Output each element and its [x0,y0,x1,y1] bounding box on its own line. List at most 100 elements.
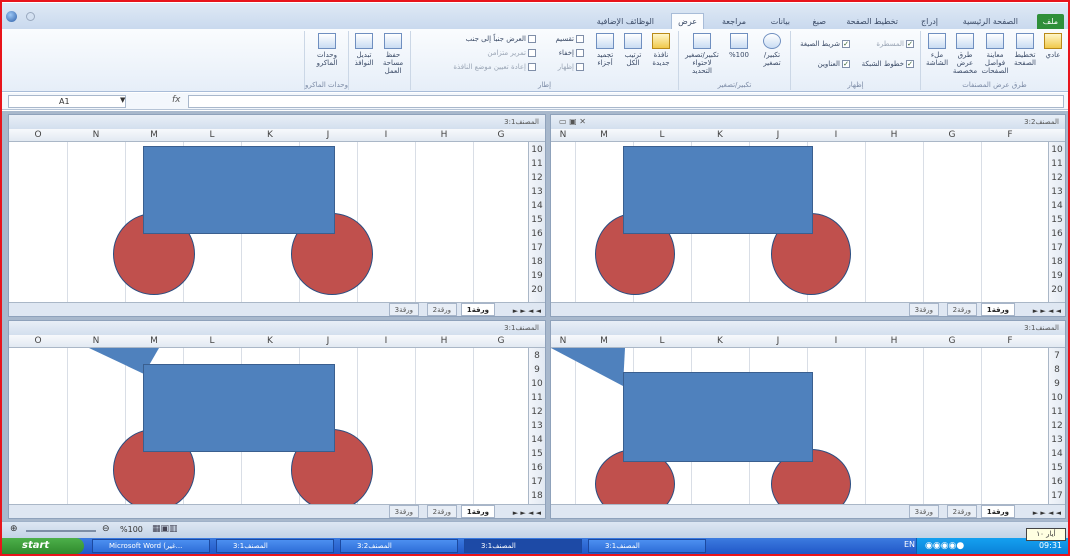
sheet-tab[interactable]: ورقة3 [388,303,419,316]
row-header[interactable]: 13 [1049,433,1065,447]
col-header[interactable]: K [691,335,749,348]
row-header[interactable]: 12 [529,405,545,419]
pane-bottom-left[interactable]: المصنف3:1 O N M L K J I H G 8 9 10 11 12… [8,320,546,519]
pane-top-left[interactable]: المصنف3:1 O N M L K J I H G 10 11 12 13 … [8,114,546,317]
zoom-100-button[interactable]: %100 [726,33,752,59]
col-header[interactable]: H [865,335,923,348]
col-header[interactable]: L [633,129,691,142]
blue-rectangle-shape[interactable] [623,146,813,234]
arrange-all-button[interactable]: ترتيب الكل [620,33,646,67]
sheet-tab[interactable]: ورقة2 [946,303,977,316]
col-header[interactable]: L [633,335,691,348]
unhide-button[interactable]: إظهار [558,62,584,73]
tab-view[interactable]: عرض [671,13,704,29]
blue-rectangle-shape[interactable] [143,364,335,452]
tab-insert[interactable]: إدراج [915,14,944,29]
sheet-tab[interactable]: ورقة3 [388,505,419,518]
col-header[interactable]: N [551,129,575,142]
row-header[interactable]: 9 [1049,377,1065,391]
row-header[interactable]: 10 [1049,143,1065,157]
row-header[interactable]: 14 [529,433,545,447]
row-header[interactable]: 13 [529,185,545,199]
col-header[interactable]: G [473,129,529,142]
col-header[interactable]: M [125,335,183,348]
switch-windows-button[interactable]: تبديل النوافذ [350,33,378,67]
tab-addins[interactable]: الوظائف الإضافية [591,14,660,29]
ruler-checkbox[interactable]: ✓المسطرة [876,39,914,50]
sheet-tab[interactable]: ورقة3 [908,505,939,518]
blue-rectangle-shape[interactable] [143,146,335,234]
blue-rectangle-shape[interactable] [623,372,813,462]
row-header[interactable]: 17 [529,241,545,255]
row-header[interactable]: 15 [529,213,545,227]
col-header[interactable]: O [9,335,67,348]
tab-home[interactable]: الصفحة الرئيسية [957,14,1024,29]
row-header[interactable]: 15 [1049,213,1065,227]
sheet-tab[interactable]: ورقة1 [980,505,1015,518]
sheet-nav-arrows-icon[interactable]: ◄ ◄ ► ► [1033,305,1061,316]
sheet-nav-arrows-icon[interactable]: ◄ ◄ ► ► [513,507,541,518]
pane-top-right[interactable]: المصنف3:2 ▭ ▣ ✕ N M L K J I H G F 10 11 … [550,114,1066,317]
col-header[interactable]: K [691,129,749,142]
tab-data[interactable]: بيانات [765,14,796,29]
name-box[interactable]: A1 [8,95,126,108]
sheet-nav-arrows-icon[interactable]: ◄ ◄ ► ► [1033,507,1061,518]
row-header[interactable]: 18 [1049,255,1065,269]
col-header[interactable]: L [183,335,241,348]
taskbar-item[interactable]: المصنف3:2 [340,539,458,553]
row-header[interactable]: 17 [1049,489,1065,503]
row-header[interactable]: 16 [1049,475,1065,489]
gridlines-checkbox[interactable]: ✓خطوط الشبكة [862,59,914,70]
zoom-slider[interactable] [26,530,96,532]
view-buttons-icon[interactable]: ▦▣▥ [152,524,178,534]
row-header[interactable]: 10 [529,143,545,157]
normal-view-button[interactable]: عادي [1040,33,1066,59]
side-by-side-button[interactable]: العرض جنباً إلى جنب [466,34,536,45]
row-header[interactable]: 15 [1049,461,1065,475]
row-header[interactable]: 9 [529,363,545,377]
row-header[interactable]: 20 [529,283,545,297]
row-header[interactable]: 7 [1049,349,1065,363]
col-header[interactable]: G [923,129,981,142]
hide-button[interactable]: إخفاء [559,48,584,59]
col-header[interactable]: J [749,129,807,142]
row-header[interactable]: 11 [1049,405,1065,419]
reset-position-button[interactable]: إعادة تعيين موضع النافذة [453,62,536,73]
row-header[interactable]: 12 [529,171,545,185]
row-header[interactable]: 10 [529,377,545,391]
sheet-tab[interactable]: ورقة2 [426,505,457,518]
row-header[interactable]: 12 [1049,419,1065,433]
sheet-tab[interactable]: ورقة2 [946,505,977,518]
col-header[interactable]: N [67,335,125,348]
col-header[interactable]: K [241,335,299,348]
row-header[interactable]: 14 [529,199,545,213]
col-header[interactable]: I [807,335,865,348]
sheet-tab[interactable]: ورقة1 [460,505,495,518]
col-header[interactable]: O [9,129,67,142]
row-header[interactable]: 16 [529,227,545,241]
page-break-preview-button[interactable]: معاينة فواصل الصفحات [980,33,1010,75]
zoom-selection-button[interactable]: تكبير/تصغير لاحتواء التحديد [682,33,722,75]
col-header[interactable]: H [415,335,473,348]
freeze-panes-button[interactable]: تجميد أجزاء [592,33,618,67]
row-header[interactable]: 12 [1049,171,1065,185]
save-workspace-button[interactable]: حفظ مساحة العمل [378,33,408,75]
row-header[interactable]: 13 [1049,185,1065,199]
macros-button[interactable]: وحدات الماكرو [314,33,340,67]
col-header[interactable]: I [357,335,415,348]
row-header[interactable]: 10 [1049,391,1065,405]
taskbar-item[interactable]: المصنف3:1 [464,539,582,553]
col-header[interactable]: J [749,335,807,348]
sheet-tab[interactable]: ورقة2 [426,303,457,316]
row-header[interactable]: 11 [529,157,545,171]
formula-input[interactable] [188,95,1064,108]
zoom-in-icon[interactable]: ⊕ [10,524,18,534]
custom-views-button[interactable]: طرق عرض مخصصة [952,33,978,75]
col-header[interactable]: F [981,335,1039,348]
row-header[interactable]: 16 [529,461,545,475]
blue-triangle-shape[interactable] [551,348,631,386]
row-header[interactable]: 17 [529,475,545,489]
row-header[interactable]: 8 [529,349,545,363]
row-header[interactable]: 8 [1049,363,1065,377]
full-screen-button[interactable]: ملء الشاشة [924,33,950,67]
